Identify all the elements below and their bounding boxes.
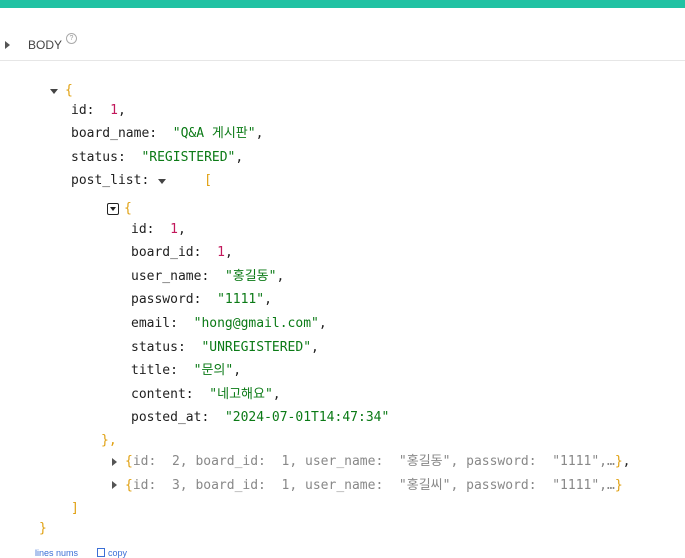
top-accent-bar xyxy=(0,0,685,8)
json-post-title: title: "문의", xyxy=(131,363,242,378)
collapse-root-icon[interactable] xyxy=(50,89,58,94)
body-section-header[interactable]: BODY ? xyxy=(0,30,685,61)
json-post-list-close: ] xyxy=(71,501,79,516)
json-root-close: } xyxy=(39,521,47,536)
json-post-id: id: 1, xyxy=(131,222,186,237)
collapse-post-list-icon[interactable] xyxy=(158,179,166,184)
copy-button[interactable]: copy xyxy=(97,548,127,558)
copy-icon xyxy=(97,548,105,557)
json-post-board-id: board_id: 1, xyxy=(131,245,233,260)
help-icon[interactable]: ? xyxy=(66,33,77,44)
json-line-status: status: "REGISTERED", xyxy=(71,150,244,165)
expand-post-3-icon[interactable] xyxy=(112,481,117,489)
json-post-close: }, xyxy=(101,433,117,448)
json-root-open: { xyxy=(65,83,73,98)
json-post-email: email: "hong@gmail.com", xyxy=(131,316,327,331)
lines-nums-toggle[interactable]: lines nums xyxy=(35,548,78,558)
expand-post-2-icon[interactable] xyxy=(112,458,117,466)
json-post-password: password: "1111", xyxy=(131,292,272,307)
json-post-open: { xyxy=(124,201,132,216)
json-post-content: content: "네고해요", xyxy=(131,387,281,402)
json-post-posted-at: posted_at: "2024-07-01T14:47:34" xyxy=(131,410,390,425)
json-post-status: status: "UNREGISTERED", xyxy=(131,340,319,355)
json-post-user-name: user_name: "홍길동", xyxy=(131,269,285,284)
expand-arrow-icon[interactable] xyxy=(5,41,10,49)
section-title: BODY xyxy=(28,38,63,52)
json-collapsed-post-2[interactable]: {id: 2, board_id: 1, user_name: "홍길동", p… xyxy=(125,454,630,470)
json-collapsed-post-3[interactable]: {id: 3, board_id: 1, user_name: "홍길씨", p… xyxy=(125,478,623,494)
json-line-id: id: 1, xyxy=(71,103,126,118)
collapse-post-icon[interactable] xyxy=(107,203,119,215)
copy-label: copy xyxy=(108,548,128,558)
json-line-post-list: post_list: [ xyxy=(71,173,212,188)
json-line-board-name: board_name: "Q&A 게시판", xyxy=(71,126,264,141)
